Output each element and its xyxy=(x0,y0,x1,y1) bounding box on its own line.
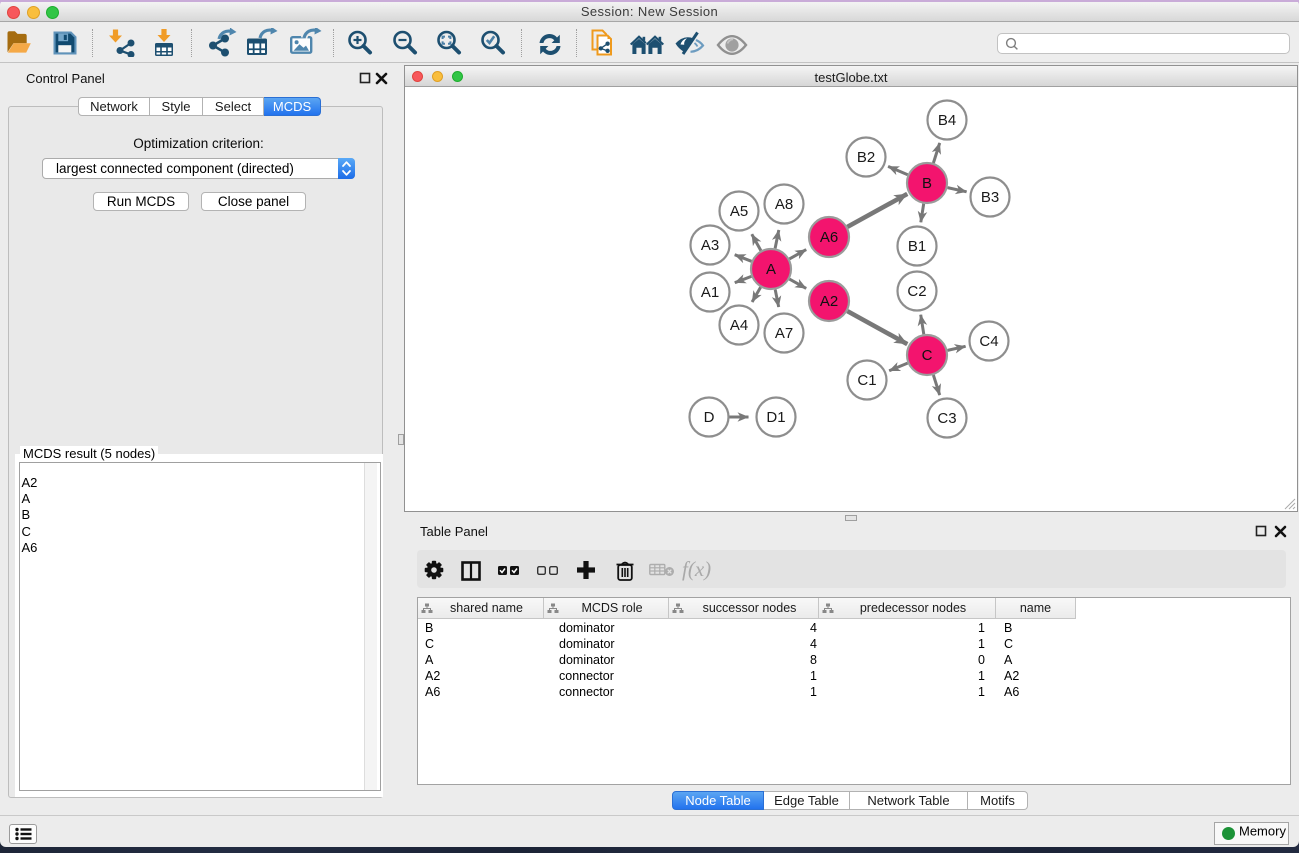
svg-text:C3: C3 xyxy=(937,410,956,427)
svg-text:A5: A5 xyxy=(730,203,748,220)
svg-text:C2: C2 xyxy=(907,283,926,300)
svg-text:B1: B1 xyxy=(908,238,926,255)
svg-text:B2: B2 xyxy=(857,149,875,166)
svg-text:C: C xyxy=(922,347,933,364)
svg-text:A2: A2 xyxy=(820,293,838,310)
svg-text:B4: B4 xyxy=(938,112,956,129)
svg-text:A3: A3 xyxy=(701,237,719,254)
svg-text:B3: B3 xyxy=(981,189,999,206)
svg-text:B: B xyxy=(922,175,932,192)
svg-text:D: D xyxy=(704,409,715,426)
svg-text:D1: D1 xyxy=(766,409,785,426)
svg-text:A8: A8 xyxy=(775,196,793,213)
svg-text:A: A xyxy=(766,261,776,278)
svg-text:A4: A4 xyxy=(730,317,748,334)
svg-text:C4: C4 xyxy=(979,333,998,350)
svg-text:C1: C1 xyxy=(857,372,876,389)
svg-text:A7: A7 xyxy=(775,325,793,342)
svg-text:A1: A1 xyxy=(701,284,719,301)
svg-text:A6: A6 xyxy=(820,229,838,246)
